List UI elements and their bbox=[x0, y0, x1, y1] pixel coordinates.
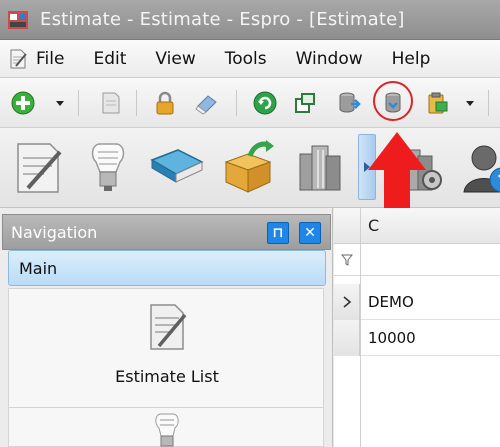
user-help-icon[interactable]: ? bbox=[462, 138, 500, 196]
toolbar-separator bbox=[78, 90, 79, 116]
nav-group-main[interactable]: Main bbox=[8, 250, 326, 286]
close-panel-button[interactable]: ✕ bbox=[299, 222, 321, 244]
toolbar bbox=[0, 78, 500, 128]
grid-cell[interactable]: 10000 bbox=[368, 329, 416, 347]
toolbar-separator bbox=[236, 90, 237, 116]
table-row[interactable]: 10000 bbox=[334, 320, 500, 356]
navigation-panel: Navigation ⊓ ✕ Main Estimate List bbox=[0, 208, 333, 447]
nav-group-label: Main bbox=[19, 259, 58, 278]
column-header-label: C bbox=[368, 216, 380, 235]
nav-item-estimate-list[interactable]: Estimate List bbox=[8, 288, 324, 408]
title-bar[interactable]: Estimate - Estimate - Espro - [Estimate] bbox=[0, 0, 500, 40]
pin-button[interactable]: ⊓ bbox=[267, 222, 289, 244]
eraser-icon[interactable] bbox=[194, 90, 220, 116]
document-icon[interactable] bbox=[98, 90, 124, 116]
notepad-icon bbox=[150, 304, 187, 350]
book-icon[interactable] bbox=[148, 138, 204, 196]
menu-window[interactable]: Window bbox=[284, 49, 380, 69]
lock-icon[interactable] bbox=[152, 90, 178, 116]
menu-help[interactable]: Help bbox=[380, 49, 448, 69]
window-title: Estimate - Estimate - Espro - [Estimate] bbox=[40, 9, 405, 30]
row-indicator[interactable] bbox=[334, 320, 360, 356]
add-icon[interactable] bbox=[10, 90, 36, 116]
clipboard-dropdown-arrow-icon[interactable] bbox=[466, 101, 474, 106]
app-icon bbox=[8, 10, 28, 29]
window-restore-icon[interactable] bbox=[292, 90, 318, 116]
grid-filter-row[interactable] bbox=[334, 244, 500, 276]
database-sync-icon[interactable] bbox=[380, 90, 406, 116]
filter-icon[interactable] bbox=[341, 254, 353, 266]
toolbar-separator bbox=[488, 90, 489, 116]
menu-tools[interactable]: Tools bbox=[213, 49, 284, 69]
database-export-icon[interactable] bbox=[336, 90, 362, 116]
menu-edit[interactable]: Edit bbox=[81, 49, 143, 69]
notepad-icon[interactable] bbox=[10, 138, 66, 196]
table-row[interactable]: DEMO bbox=[334, 284, 500, 320]
app-window: Estimate - Estimate - Espro - [Estimate]… bbox=[0, 0, 500, 447]
menu-view[interactable]: View bbox=[143, 49, 212, 69]
grid-column-header[interactable]: C bbox=[334, 208, 500, 244]
nav-item-label: Estimate List bbox=[115, 367, 219, 386]
document-pen-icon bbox=[10, 49, 27, 68]
menu-bar: File Edit View Tools Window Help bbox=[0, 40, 500, 78]
clipboard-icon[interactable] bbox=[424, 90, 450, 116]
lightbulb-icon[interactable] bbox=[80, 138, 136, 196]
menu-file[interactable]: File bbox=[36, 49, 81, 69]
navigation-header: Navigation ⊓ ✕ bbox=[2, 214, 331, 250]
add-dropdown-arrow-icon[interactable] bbox=[56, 101, 64, 106]
open-box-icon[interactable] bbox=[220, 138, 276, 196]
toolbar-separator bbox=[136, 90, 137, 116]
data-grid: C DEMO 10000 bbox=[334, 208, 500, 447]
nav-item-second[interactable] bbox=[8, 408, 324, 447]
building-icon[interactable] bbox=[292, 138, 348, 196]
navigation-title: Navigation bbox=[11, 223, 98, 242]
grid-cell[interactable]: DEMO bbox=[368, 293, 414, 311]
lightbulb-icon bbox=[155, 413, 179, 447]
current-row-arrow-icon bbox=[343, 296, 352, 308]
refresh-icon[interactable] bbox=[252, 90, 278, 116]
grid-divider bbox=[360, 208, 361, 447]
